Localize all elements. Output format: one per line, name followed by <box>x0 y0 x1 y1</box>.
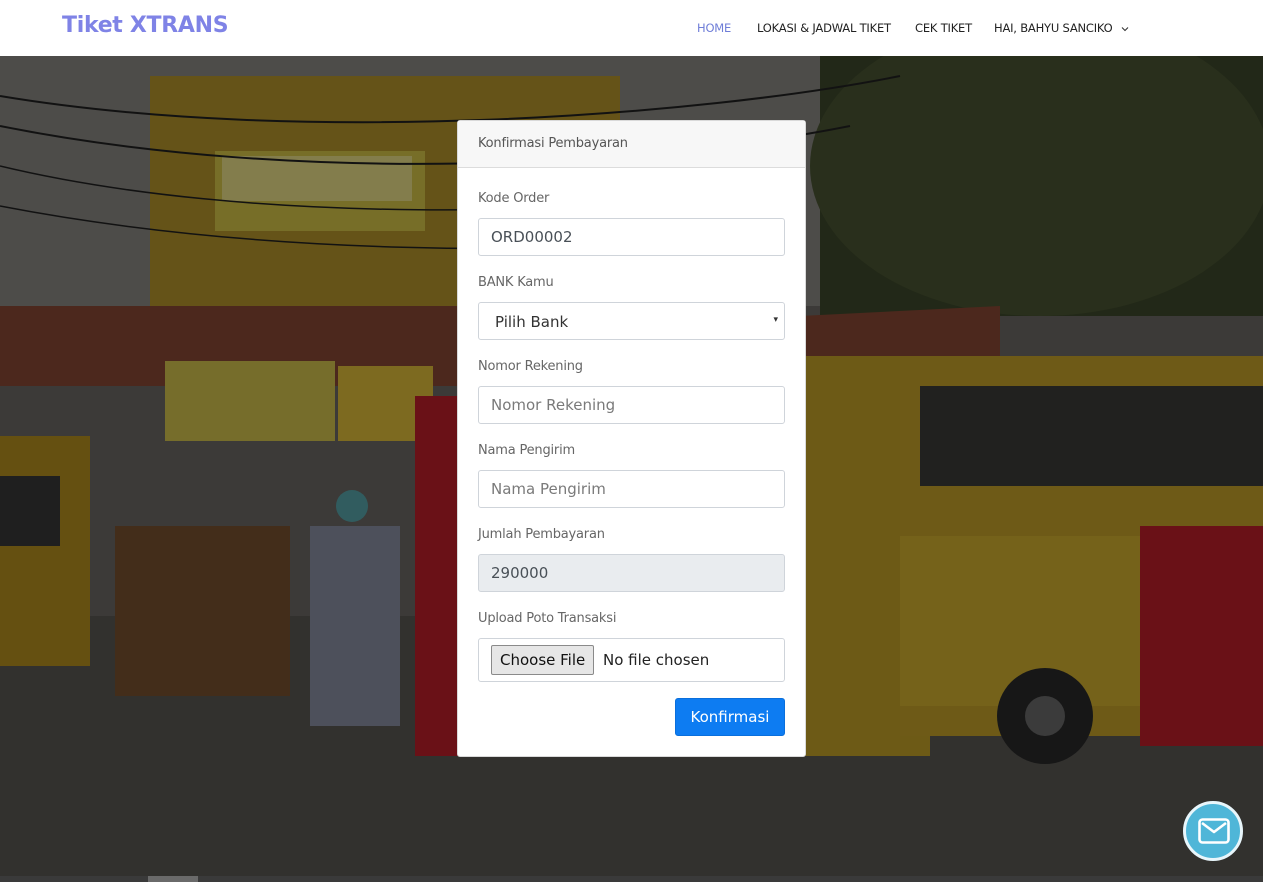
choose-file-button[interactable]: Choose File <box>491 645 595 675</box>
brand-logo[interactable]: Tiket XTRANS <box>62 13 229 38</box>
dropdown-caret-icon: ▾ <box>773 315 778 325</box>
mail-icon <box>1198 818 1230 844</box>
nav-user-menu[interactable]: HAI, BAHYU SANCIKO <box>994 21 1129 35</box>
jumlah-pembayaran-input <box>478 554 785 592</box>
bank-select-value: Pilih Bank <box>495 313 569 331</box>
bank-select[interactable]: Pilih Bank ▾ <box>478 302 785 340</box>
nav-cek-tiket[interactable]: CEK TIKET <box>915 21 972 35</box>
nomor-rekening-label: Nomor Rekening <box>478 359 583 374</box>
bank-label: BANK Kamu <box>478 275 554 290</box>
card-header: Konfirmasi Pembayaran <box>458 121 805 168</box>
nama-pengirim-input[interactable] <box>478 470 785 508</box>
kode-order-input[interactable] <box>478 218 785 256</box>
jumlah-pembayaran-label: Jumlah Pembayaran <box>478 527 605 542</box>
chevron-down-icon <box>1121 21 1129 35</box>
upload-file-field[interactable]: Choose File No file chosen <box>478 638 785 682</box>
nama-pengirim-label: Nama Pengirim <box>478 443 575 458</box>
nav-user-label: HAI, BAHYU SANCIKO <box>994 21 1113 35</box>
file-status-text: No file chosen <box>603 651 710 669</box>
horizontal-scrollbar[interactable] <box>0 876 1263 882</box>
konfirmasi-button[interactable]: Konfirmasi <box>675 698 785 736</box>
chat-button[interactable] <box>1183 801 1243 861</box>
navbar: Tiket XTRANS HOME LOKASI & JADWAL TIKET … <box>0 0 1263 56</box>
kode-order-label: Kode Order <box>478 191 550 206</box>
nav-home[interactable]: HOME <box>697 21 731 35</box>
payment-confirmation-card: Konfirmasi Pembayaran Kode Order BANK Ka… <box>457 120 806 757</box>
scrollbar-thumb[interactable] <box>148 876 198 882</box>
nomor-rekening-input[interactable] <box>478 386 785 424</box>
nav-lokasi-jadwal[interactable]: LOKASI & JADWAL TIKET <box>757 21 891 35</box>
upload-label: Upload Poto Transaksi <box>478 611 617 626</box>
